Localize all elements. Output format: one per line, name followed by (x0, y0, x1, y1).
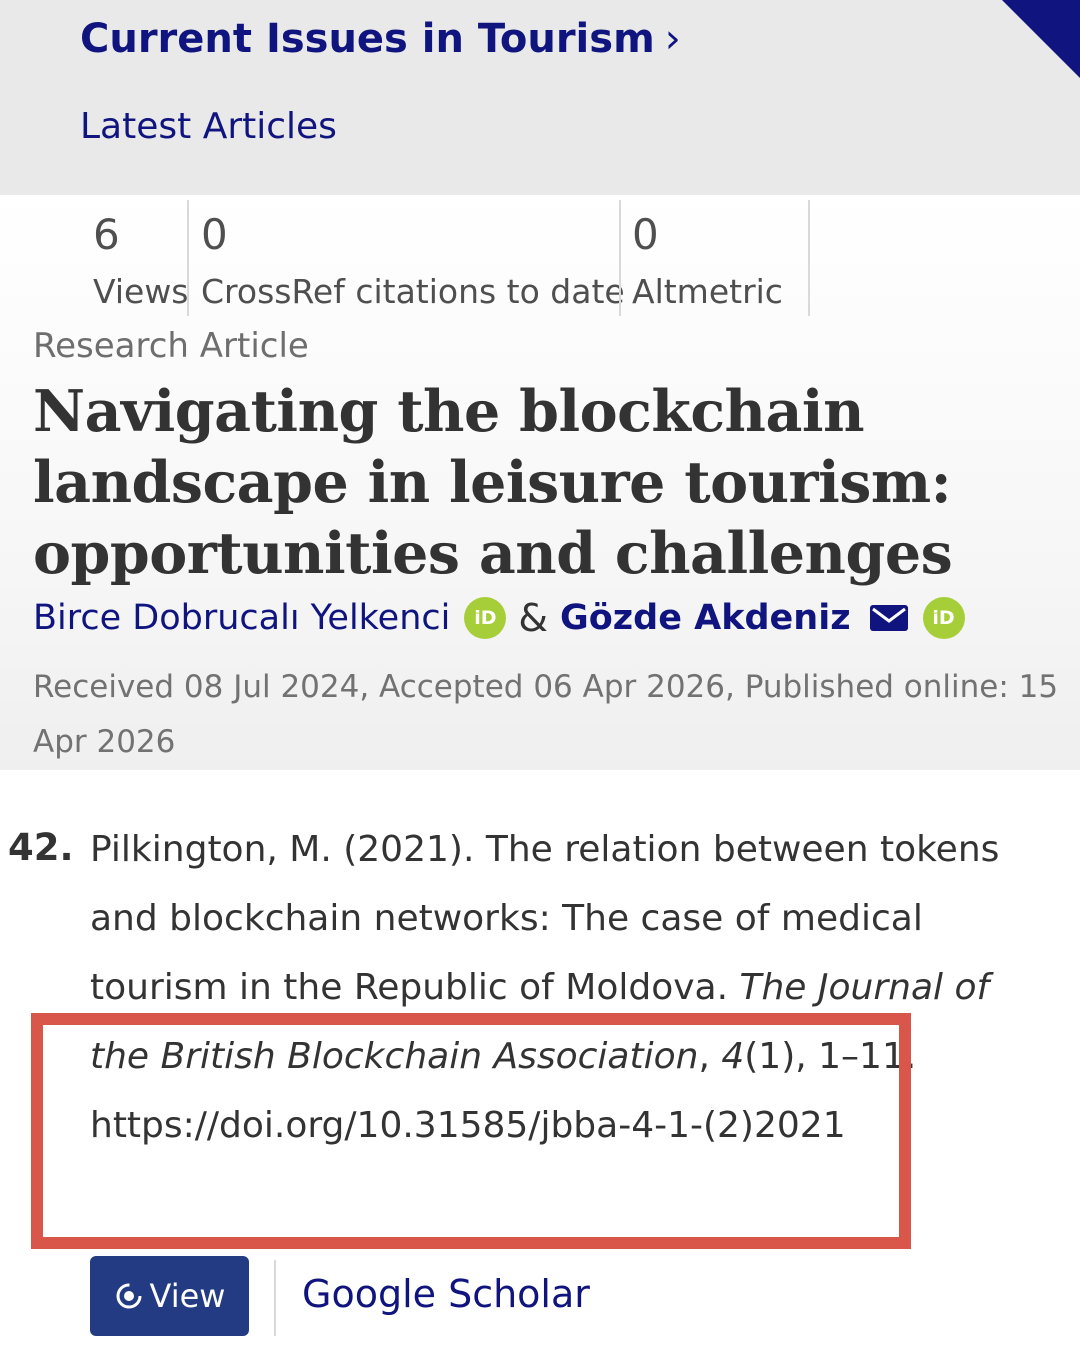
view-button-label: View (149, 1277, 226, 1315)
metric-crossref[interactable]: 0 CrossRef citations to date (201, 200, 625, 316)
orcid-icon[interactable]: iD (922, 597, 965, 639)
journal-title: Current Issues in Tourism (80, 16, 655, 62)
publication-dates: Received 08 Jul 2024, Accepted 06 Apr 20… (33, 669, 1059, 760)
author-link[interactable]: Gözde Akdeniz (560, 598, 851, 638)
orcid-icon[interactable]: iD (464, 597, 507, 639)
author-list: Birce Dobrucalı Yelkenci iD & Gözde Akde… (33, 596, 965, 640)
envelope-icon[interactable] (869, 604, 909, 632)
google-scholar-link[interactable]: Google Scholar (302, 1272, 590, 1316)
journal-header: Current Issues in Tourism › Latest Articl… (0, 0, 1080, 195)
article-type: Research Article (33, 326, 309, 366)
author-separator: & (518, 596, 549, 640)
metric-label: Altmetric (632, 272, 783, 311)
metric-label: Views (93, 272, 189, 311)
corner-flag-icon (1002, 0, 1080, 78)
metric-divider (619, 200, 621, 316)
metric-views[interactable]: 6 Views (93, 200, 189, 316)
metric-label: CrossRef citations to date (201, 272, 625, 311)
metric-altmetric[interactable]: 0 Altmetric (632, 200, 783, 316)
action-divider (274, 1260, 276, 1336)
metric-value: 0 (632, 210, 659, 259)
metric-value: 0 (201, 210, 228, 259)
reference-number: 42. (8, 826, 74, 869)
latest-articles-link[interactable]: Latest Articles (80, 106, 337, 147)
view-button[interactable]: View (90, 1256, 249, 1336)
article-title: Navigating the blockchain landscape in l… (33, 378, 953, 587)
crossref-icon (116, 1283, 142, 1309)
metric-value: 6 (93, 210, 120, 259)
metric-divider (808, 200, 810, 316)
chevron-right-icon: › (664, 16, 681, 62)
journal-title-link[interactable]: Current Issues in Tourism › (80, 16, 681, 62)
author-link[interactable]: Birce Dobrucalı Yelkenci (33, 598, 450, 638)
highlight-box (31, 1013, 911, 1249)
metric-divider (187, 200, 189, 316)
